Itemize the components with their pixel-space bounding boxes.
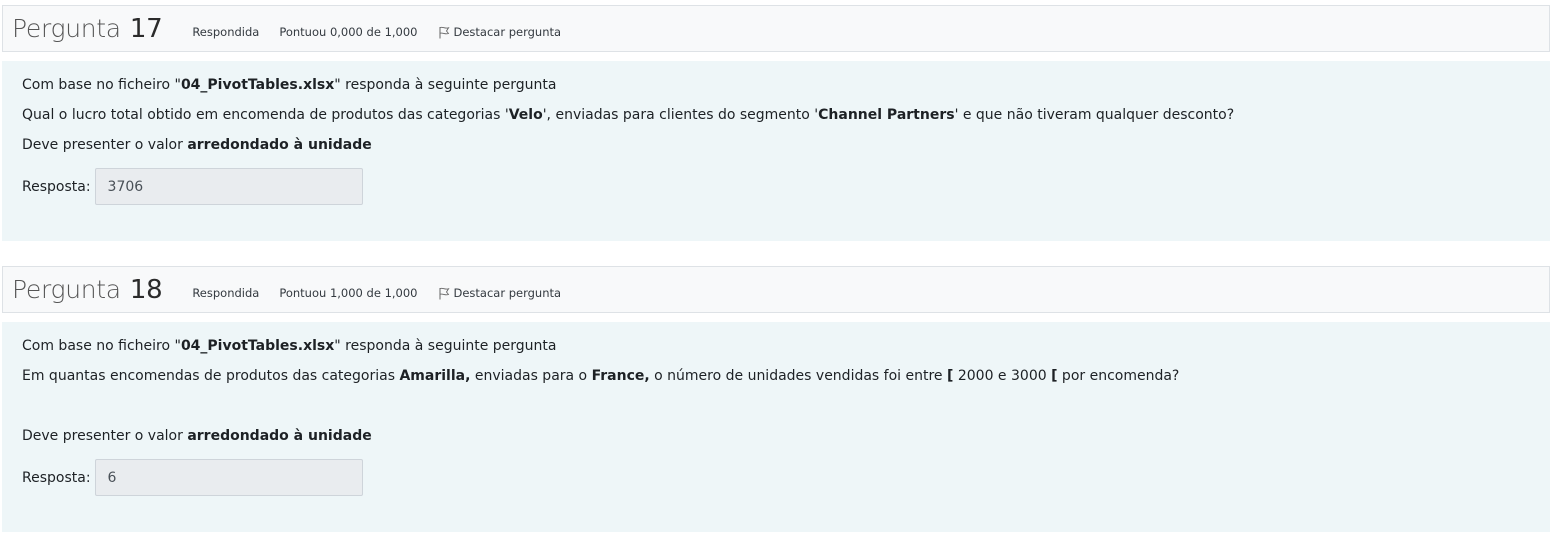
flag-outline-icon	[439, 287, 450, 299]
text: Em quantas encomendas de produtos das ca…	[22, 368, 400, 384]
text: " responda à seguinte pergunta	[334, 77, 557, 93]
question-grade: Pontuou 0,000 de 1,000	[279, 25, 418, 39]
answer-label: Resposta:	[22, 469, 91, 486]
answer-input[interactable]	[94, 168, 363, 205]
country-name: France,	[591, 368, 650, 384]
answer-input[interactable]	[94, 459, 363, 496]
category-name: Amarilla,	[399, 368, 471, 384]
question-header: Pergunta 18 Respondida Pontuou 1,000 de …	[2, 266, 1550, 313]
answer-row: Resposta:	[22, 168, 1530, 205]
question-line-1: Com base no ficheiro "04_PivotTables.xls…	[22, 331, 1530, 361]
text: o número de unidades vendidas foi entre	[649, 368, 947, 384]
question-number: 18	[129, 274, 163, 305]
text: enviadas para o	[470, 368, 592, 384]
text: Deve presenter o valor	[22, 137, 188, 153]
question-18: Pergunta 18 Respondida Pontuou 1,000 de …	[2, 266, 1550, 532]
flag-question-button[interactable]: Destacar pergunta	[438, 286, 562, 300]
segment-name: Channel Partners	[818, 107, 955, 123]
text: ', enviadas para clientes do segmento '	[542, 107, 819, 123]
question-grade: Pontuou 1,000 de 1,000	[279, 286, 418, 300]
question-title-word: Pergunta	[12, 274, 121, 304]
rounding-note: arredondado à unidade	[187, 428, 372, 444]
answer-row: Resposta:	[22, 459, 1530, 496]
file-name: 04_PivotTables.xlsx	[180, 338, 335, 354]
question-header: Pergunta 17 Respondida Pontuou 0,000 de …	[2, 5, 1550, 52]
question-line-3: Deve presenter o valor arredondado à uni…	[22, 421, 1530, 451]
question-line-3: Deve presenter o valor arredondado à uni…	[22, 130, 1530, 160]
question-title: Pergunta 17	[12, 13, 163, 44]
text: Qual o lucro total obtido em encomenda d…	[22, 107, 509, 123]
question-line-2: Qual o lucro total obtido em encomenda d…	[22, 100, 1530, 130]
question-title: Pergunta 18	[12, 274, 163, 305]
text: Com base no ficheiro "	[22, 338, 181, 354]
flag-question-button[interactable]: Destacar pergunta	[438, 25, 562, 39]
rounding-note: arredondado à unidade	[187, 137, 372, 153]
range-text: 2000 e 3000	[953, 368, 1052, 384]
text: por encomenda?	[1057, 368, 1180, 384]
text: ' e que não tiveram qualquer desconto?	[954, 107, 1235, 123]
flag-question-label: Destacar pergunta	[453, 286, 562, 300]
text: Deve presenter o valor	[22, 428, 188, 444]
flag-outline-icon	[439, 26, 450, 38]
flag-question-label: Destacar pergunta	[453, 25, 562, 39]
category-name: Velo	[508, 107, 543, 123]
text: " responda à seguinte pergunta	[334, 338, 557, 354]
file-name: 04_PivotTables.xlsx	[180, 77, 335, 93]
question-number: 17	[129, 13, 163, 44]
question-title-word: Pergunta	[12, 13, 121, 43]
answer-label: Resposta:	[22, 178, 91, 195]
question-17: Pergunta 17 Respondida Pontuou 0,000 de …	[2, 5, 1550, 241]
text: Com base no ficheiro "	[22, 77, 181, 93]
question-state: Respondida	[192, 286, 260, 300]
question-text: Com base no ficheiro "04_PivotTables.xls…	[2, 61, 1550, 241]
question-state: Respondida	[192, 25, 260, 39]
question-text: Com base no ficheiro "04_PivotTables.xls…	[2, 322, 1550, 532]
question-line-2: Em quantas encomendas de produtos das ca…	[22, 361, 1530, 391]
question-line-1: Com base no ficheiro "04_PivotTables.xls…	[22, 70, 1530, 100]
